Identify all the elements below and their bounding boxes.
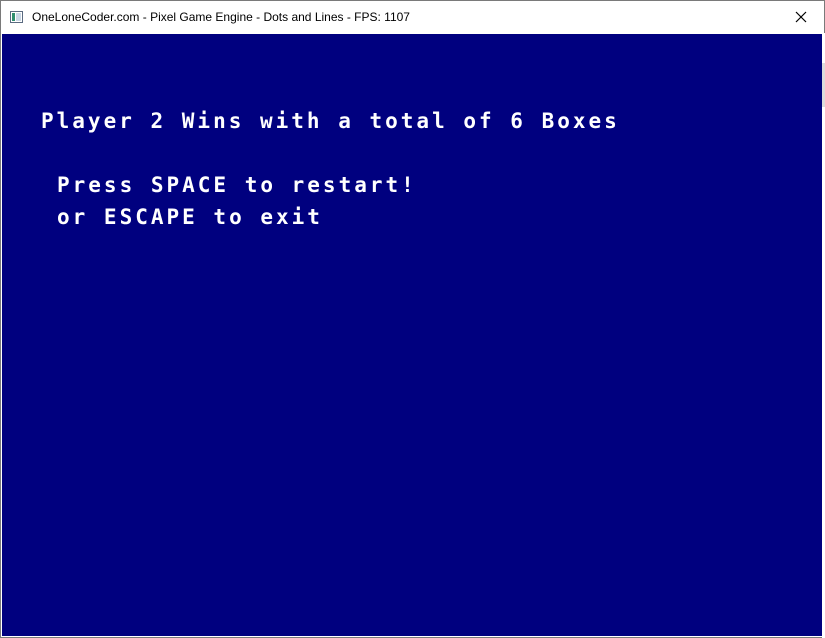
window-title: OneLoneCoder.com - Pixel Game Engine - D…	[32, 10, 410, 24]
winner-message: Player 2 Wins with a total of 6 Boxes	[41, 109, 620, 133]
restart-instruction: Press SPACE to restart!	[57, 173, 417, 197]
title-bar[interactable]: OneLoneCoder.com - Pixel Game Engine - D…	[1, 1, 824, 34]
exit-instruction: or ESCAPE to exit	[57, 205, 323, 229]
close-button[interactable]	[778, 1, 824, 33]
app-window-icon	[10, 11, 23, 23]
close-icon	[795, 11, 807, 23]
game-canvas[interactable]: Player 2 Wins with a total of 6 Boxes Pr…	[2, 34, 823, 636]
game-window: OneLoneCoder.com - Pixel Game Engine - D…	[0, 0, 825, 638]
